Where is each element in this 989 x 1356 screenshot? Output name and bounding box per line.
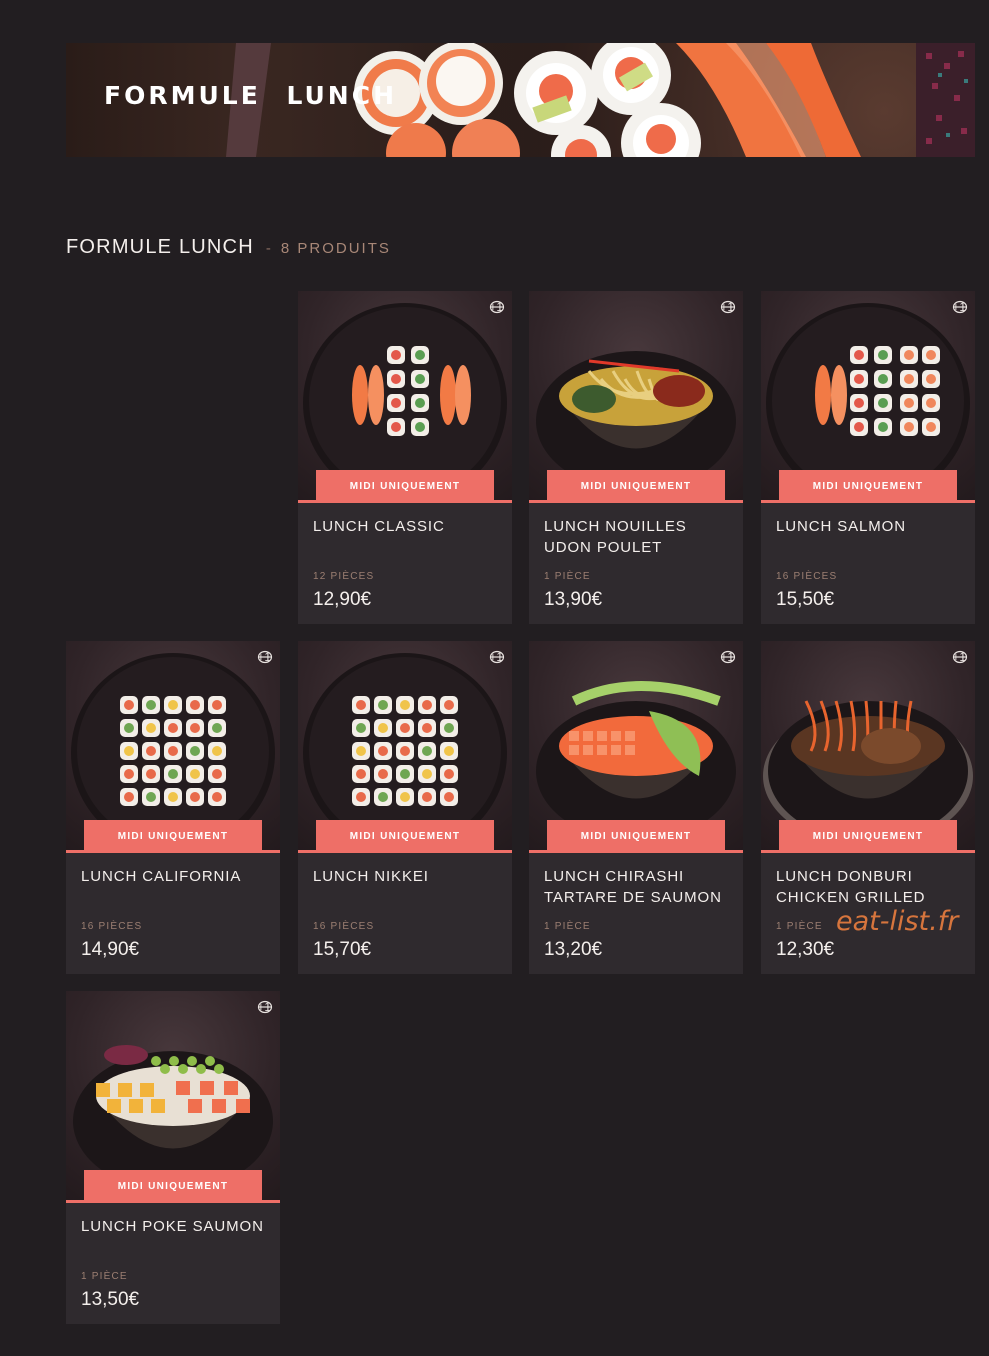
watermark: eat-list.fr	[836, 906, 959, 937]
bowl-icon	[721, 300, 736, 314]
product-image[interactable]: +1 MIDI UNIQUEMENT	[66, 641, 280, 853]
product-price: 12,30€	[776, 939, 835, 960]
product-name[interactable]: LUNCH CALIFORNIA	[81, 866, 271, 887]
product-name[interactable]: LUNCH CHIRASHI TARTARE DE SAUMON	[544, 866, 734, 908]
lunch-only-badge: MIDI UNIQUEMENT	[316, 470, 494, 500]
category-banner: FORMULE LUNCH	[66, 43, 975, 157]
bowl-icon	[258, 1000, 273, 1014]
lunch-only-badge: MIDI UNIQUEMENT	[779, 470, 957, 500]
product-price: 13,90€	[544, 589, 603, 610]
section-title: FORMULE LUNCH	[66, 236, 254, 258]
product-pieces: 1 PIÈCE	[81, 1271, 128, 1282]
product-price: 13,50€	[81, 1289, 140, 1310]
extra-side-indicator: +1	[720, 300, 736, 314]
product-image[interactable]: +1 MIDI UNIQUEMENT	[761, 641, 975, 853]
product-card[interactable]: +1 MIDI UNIQUEMENT LUNCH NIKKEI 16 PIÈCE…	[298, 641, 512, 974]
bowl-icon	[721, 650, 736, 664]
product-pieces: 1 PIÈCE	[544, 571, 591, 582]
extra-side-indicator: +1	[257, 1000, 273, 1014]
product-price: 15,70€	[313, 939, 372, 960]
lunch-only-badge: MIDI UNIQUEMENT	[84, 820, 262, 850]
product-card[interactable]: +1 MIDI UNIQUEMENT LUNCH POKE SAUMON 1 P…	[66, 991, 280, 1324]
bowl-icon	[490, 300, 505, 314]
product-card[interactable]: +1 MIDI UNIQUEMENT LUNCH CALIFORNIA 16 P…	[66, 641, 280, 974]
lunch-only-badge: MIDI UNIQUEMENT	[779, 820, 957, 850]
extra-side-indicator: +1	[952, 650, 968, 664]
product-image[interactable]: +1 MIDI UNIQUEMENT	[761, 291, 975, 503]
product-name[interactable]: LUNCH DONBURI CHICKEN GRILLED	[776, 866, 966, 908]
section-header: FORMULE LUNCH - 8 PRODUITS	[66, 236, 391, 259]
product-card[interactable]: +1 MIDI UNIQUEMENT LUNCH SALMON 16 PIÈCE…	[761, 291, 975, 624]
section-separator: -	[265, 240, 271, 257]
product-price: 12,90€	[313, 589, 372, 610]
product-image[interactable]: +1 MIDI UNIQUEMENT	[529, 291, 743, 503]
product-card[interactable]: +1 MIDI UNIQUEMENT LUNCH NOUILLES UDON P…	[529, 291, 743, 624]
product-price: 15,50€	[776, 589, 835, 610]
product-price: 14,90€	[81, 939, 140, 960]
product-image[interactable]: +1 MIDI UNIQUEMENT	[529, 641, 743, 853]
extra-side-indicator: +1	[720, 650, 736, 664]
product-name[interactable]: LUNCH NIKKEI	[313, 866, 503, 887]
lunch-only-badge: MIDI UNIQUEMENT	[547, 470, 725, 500]
lunch-only-badge: MIDI UNIQUEMENT	[316, 820, 494, 850]
extra-side-indicator: +1	[952, 300, 968, 314]
product-name[interactable]: LUNCH SALMON	[776, 516, 966, 537]
bowl-icon	[490, 650, 505, 664]
extra-side-indicator: +1	[257, 650, 273, 664]
bowl-icon	[953, 300, 968, 314]
bowl-icon	[953, 650, 968, 664]
lunch-only-badge: MIDI UNIQUEMENT	[547, 820, 725, 850]
extra-side-indicator: +1	[489, 650, 505, 664]
product-name[interactable]: LUNCH CLASSIC	[313, 516, 503, 537]
product-name[interactable]: LUNCH POKE SAUMON	[81, 1216, 271, 1237]
bowl-icon	[258, 650, 273, 664]
banner-title: FORMULE LUNCH	[104, 81, 398, 110]
product-pieces: 12 PIÈCES	[313, 571, 375, 582]
product-image[interactable]: +1 MIDI UNIQUEMENT	[298, 641, 512, 853]
product-card[interactable]: +1 MIDI UNIQUEMENT LUNCH CHIRASHI TARTAR…	[529, 641, 743, 974]
product-pieces: 16 PIÈCES	[776, 571, 838, 582]
product-name[interactable]: LUNCH NOUILLES UDON POULET	[544, 516, 734, 558]
product-pieces: 1 PIÈCE	[544, 921, 591, 932]
product-pieces: 16 PIÈCES	[81, 921, 143, 932]
lunch-only-badge: MIDI UNIQUEMENT	[84, 1170, 262, 1200]
product-price: 13,20€	[544, 939, 603, 960]
product-count: 8 PRODUITS	[280, 240, 391, 257]
product-image[interactable]: +1 MIDI UNIQUEMENT	[298, 291, 512, 503]
product-pieces: 16 PIÈCES	[313, 921, 375, 932]
product-pieces: 1 PIÈCE	[776, 921, 823, 932]
product-image[interactable]: +1 MIDI UNIQUEMENT	[66, 991, 280, 1203]
product-card[interactable]: +1 MIDI UNIQUEMENT LUNCH CLASSIC 12 PIÈC…	[298, 291, 512, 624]
extra-side-indicator: +1	[489, 300, 505, 314]
